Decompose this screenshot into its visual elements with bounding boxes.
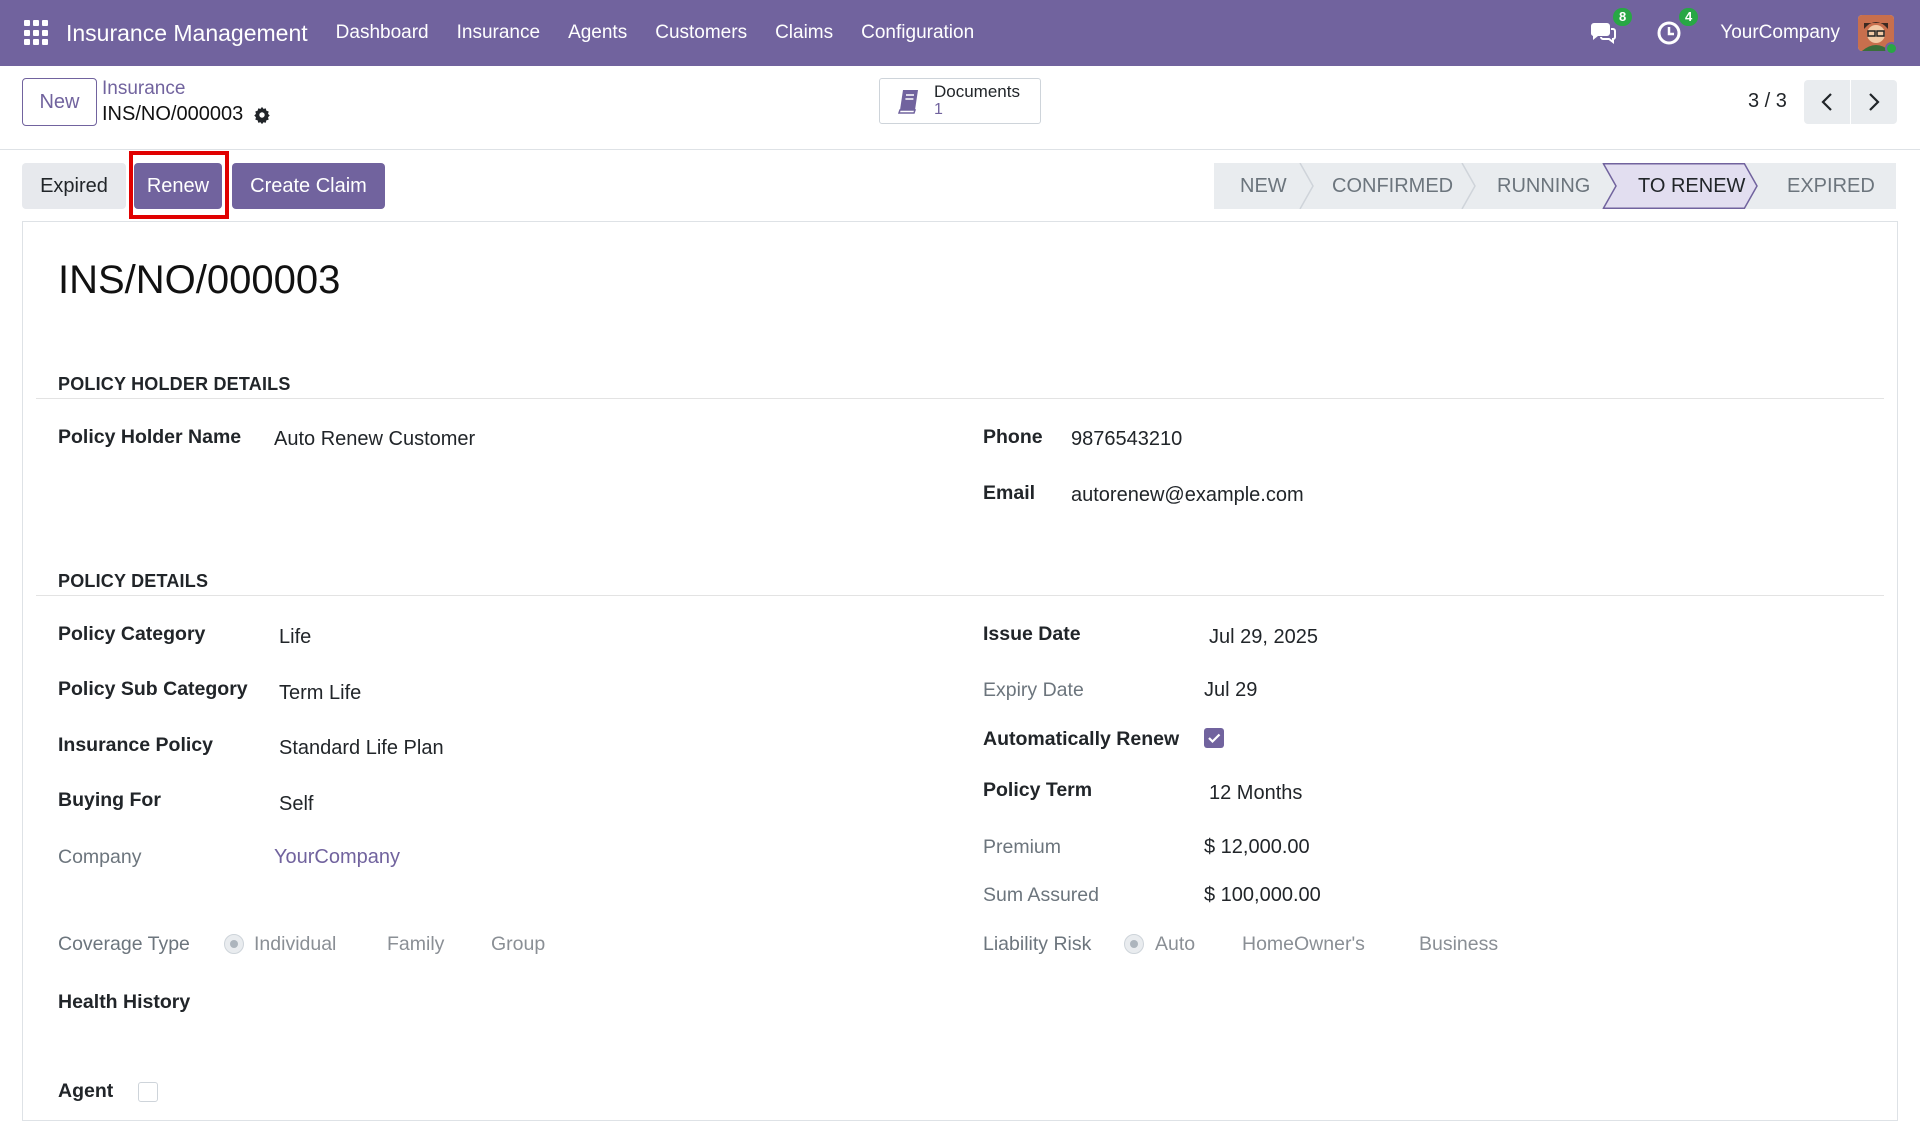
breadcrumb-current: INS/NO/000003 bbox=[102, 103, 271, 126]
user-avatar[interactable] bbox=[1858, 15, 1898, 55]
company-field[interactable]: YourCompany bbox=[274, 846, 400, 869]
documents-count: 1 bbox=[934, 101, 943, 118]
buying-for-field[interactable]: Self bbox=[279, 793, 313, 816]
buying-for-label: Buying For bbox=[58, 789, 161, 811]
expiry-date-label: Expiry Date bbox=[983, 679, 1084, 701]
menu-item-claims[interactable]: Claims bbox=[761, 22, 847, 44]
policy-category-label: Policy Category bbox=[58, 623, 206, 645]
menu-item-configuration[interactable]: Configuration bbox=[847, 22, 988, 44]
stage-new[interactable]: NEW bbox=[1240, 163, 1287, 209]
policy-sub-category-label: Policy Sub Category bbox=[58, 678, 248, 700]
coverage-option-group[interactable]: Group bbox=[491, 933, 545, 956]
company-switcher[interactable]: YourCompany bbox=[1720, 22, 1840, 44]
renew-button[interactable]: Renew bbox=[134, 163, 222, 209]
app-brand[interactable]: Insurance Management bbox=[66, 20, 308, 47]
chevron-left-icon bbox=[1821, 93, 1832, 111]
issue-date-label: Issue Date bbox=[983, 623, 1081, 645]
policy-term-field[interactable]: 12 Months bbox=[1209, 782, 1302, 805]
status-bar: NEW CONFIRMED RUNNING TO RENEW EXPIRED bbox=[1214, 163, 1896, 209]
new-record-button[interactable]: New bbox=[22, 78, 97, 126]
liability-risk-label: Liability Risk bbox=[983, 933, 1092, 955]
stage-expired[interactable]: EXPIRED bbox=[1787, 163, 1875, 209]
section-divider bbox=[36, 595, 1884, 596]
activities-button[interactable]: 4 bbox=[1654, 8, 1699, 48]
phone-field[interactable]: 9876543210 bbox=[1071, 428, 1182, 451]
create-claim-button[interactable]: Create Claim bbox=[232, 163, 385, 209]
documents-label: Documents bbox=[934, 82, 1020, 101]
pager-previous-button[interactable] bbox=[1804, 80, 1850, 124]
liability-auto-radio[interactable] bbox=[1124, 934, 1144, 954]
expired-button[interactable]: Expired bbox=[22, 163, 126, 209]
section-divider bbox=[36, 398, 1884, 399]
coverage-option-individual[interactable]: Individual bbox=[254, 933, 336, 956]
liability-option-homeowners[interactable]: HomeOwner's bbox=[1242, 933, 1365, 956]
policy-details-section-title: POLICY DETAILS bbox=[58, 571, 209, 591]
stage-to-renew[interactable]: TO RENEW bbox=[1638, 163, 1745, 209]
stage-running[interactable]: RUNNING bbox=[1497, 163, 1590, 209]
issue-date-field[interactable]: Jul 29, 2025 bbox=[1209, 626, 1318, 649]
insurance-policy-field[interactable]: Standard Life Plan bbox=[279, 737, 444, 760]
menu-item-agents[interactable]: Agents bbox=[554, 22, 641, 44]
gear-icon[interactable] bbox=[253, 106, 271, 124]
checkmark-icon bbox=[1208, 733, 1221, 744]
health-history-label: Health History bbox=[58, 991, 191, 1013]
breadcrumb-insurance[interactable]: Insurance bbox=[102, 78, 185, 100]
holder-name-label: Policy Holder Name bbox=[58, 426, 242, 448]
policy-term-label: Policy Term bbox=[983, 779, 1093, 801]
policy-category-field[interactable]: Life bbox=[279, 626, 311, 649]
email-label: Email bbox=[983, 482, 1036, 504]
control-panel: New Insurance INS/NO/000003 Documents 1 … bbox=[0, 66, 1920, 150]
stage-confirmed[interactable]: CONFIRMED bbox=[1332, 163, 1453, 209]
insurance-policy-label: Insurance Policy bbox=[58, 734, 213, 756]
liability-option-auto[interactable]: Auto bbox=[1155, 933, 1195, 956]
activities-count-badge: 4 bbox=[1679, 8, 1699, 26]
main-menu: Dashboard Insurance Agents Customers Cla… bbox=[322, 22, 989, 44]
auto-renew-label: Automatically Renew bbox=[983, 728, 1180, 750]
app-menu-icon[interactable] bbox=[24, 20, 50, 46]
navbar-systray: 8 4 YourCompany bbox=[1588, 0, 1920, 66]
form-sheet bbox=[22, 221, 1898, 1121]
email-field[interactable]: autorenew@example.com bbox=[1071, 484, 1304, 507]
menu-item-insurance[interactable]: Insurance bbox=[443, 22, 554, 44]
premium-label: Premium bbox=[983, 836, 1062, 858]
expiry-date-field[interactable]: Jul 29 bbox=[1204, 679, 1257, 702]
menu-item-customers[interactable]: Customers bbox=[641, 22, 761, 44]
documents-smart-button[interactable]: Documents 1 bbox=[879, 78, 1041, 124]
messages-button[interactable]: 8 bbox=[1588, 8, 1633, 48]
clock-icon bbox=[1657, 21, 1681, 45]
sum-assured-label: Sum Assured bbox=[983, 884, 1099, 906]
policy-holder-section-title: POLICY HOLDER DETAILS bbox=[58, 374, 291, 394]
record-name: INS/NO/000003 bbox=[102, 103, 244, 125]
company-label: Company bbox=[58, 846, 142, 868]
coverage-option-family[interactable]: Family bbox=[387, 933, 444, 956]
online-status-dot bbox=[1885, 42, 1898, 55]
agent-checkbox[interactable] bbox=[138, 1082, 158, 1102]
top-navbar: Insurance Management Dashboard Insurance… bbox=[0, 0, 1920, 66]
menu-item-dashboard[interactable]: Dashboard bbox=[322, 22, 443, 44]
premium-field[interactable]: $ 12,000.00 bbox=[1204, 836, 1310, 859]
sum-assured-field[interactable]: $ 100,000.00 bbox=[1204, 884, 1321, 907]
liability-option-business[interactable]: Business bbox=[1419, 933, 1498, 956]
holder-name-field[interactable]: Auto Renew Customer bbox=[274, 428, 475, 451]
chevron-right-icon bbox=[1869, 93, 1880, 111]
policy-sub-category-field[interactable]: Term Life bbox=[279, 682, 361, 705]
auto-renew-checkbox[interactable] bbox=[1204, 728, 1224, 748]
documents-text: Documents 1 bbox=[934, 83, 1020, 119]
book-icon bbox=[897, 90, 918, 114]
pager-next-button[interactable] bbox=[1851, 80, 1897, 124]
pager-value[interactable]: 3 / 3 bbox=[1748, 90, 1787, 113]
chat-icon bbox=[1591, 23, 1617, 44]
messages-count-badge: 8 bbox=[1613, 8, 1633, 26]
coverage-type-label: Coverage Type bbox=[58, 933, 190, 955]
phone-label: Phone bbox=[983, 426, 1043, 448]
coverage-individual-radio[interactable] bbox=[224, 934, 244, 954]
record-title: INS/NO/000003 bbox=[58, 258, 341, 302]
